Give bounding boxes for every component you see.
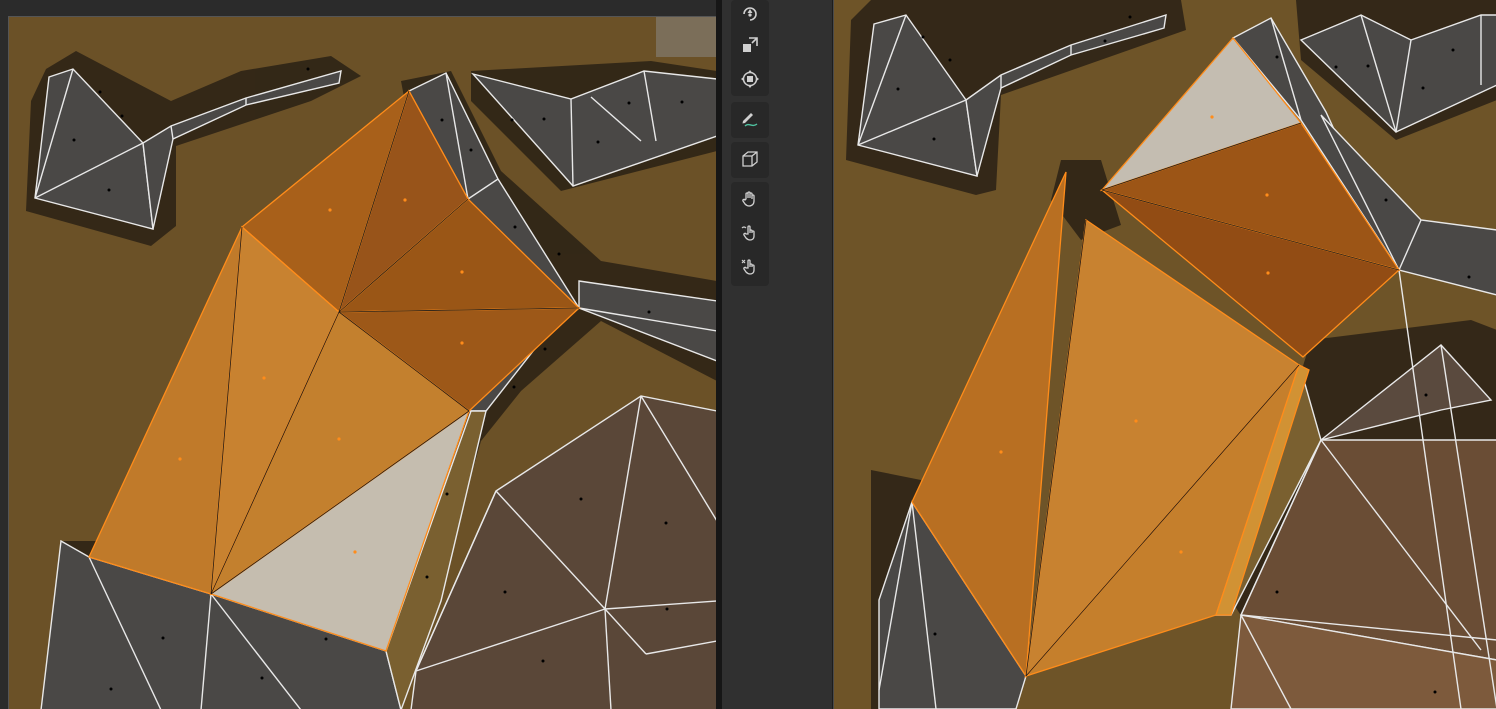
grab-tool-button[interactable]: [731, 182, 769, 216]
rotate-icon: [743, 7, 757, 21]
toolbar-panel: [722, 0, 832, 709]
rotate-tool-button[interactable]: [731, 0, 769, 28]
add-cube-tool-button[interactable]: [731, 142, 769, 176]
uv-grab-tool-button[interactable]: [731, 216, 769, 250]
annotate-tool-button[interactable]: [731, 102, 769, 136]
overlay-region: [656, 17, 716, 57]
add-cube-icon: [742, 151, 758, 167]
right-uv-viewport[interactable]: [833, 0, 1496, 709]
left-uv-viewport[interactable]: [0, 0, 716, 709]
uv-pinch-tool-button[interactable]: [731, 250, 769, 284]
uv-pinch-icon: [741, 259, 755, 275]
transform-icon: [741, 70, 759, 88]
scale-tool-button[interactable]: [731, 28, 769, 62]
uv-sculpt-tool-group: [731, 182, 769, 286]
add-tool-group: [731, 142, 769, 178]
right-mesh-canvas[interactable]: [834, 0, 1496, 709]
annotate-icon: [742, 113, 758, 127]
scale-icon: [743, 37, 758, 52]
viewport-frame: [8, 16, 716, 709]
left-mesh-canvas[interactable]: [9, 17, 716, 709]
annotate-tool-group: [731, 102, 769, 138]
transform-tool-button[interactable]: [731, 62, 769, 96]
uv-grab-icon: [741, 225, 755, 241]
transform-tool-group: [731, 0, 769, 96]
grab-hand-icon: [742, 191, 755, 207]
